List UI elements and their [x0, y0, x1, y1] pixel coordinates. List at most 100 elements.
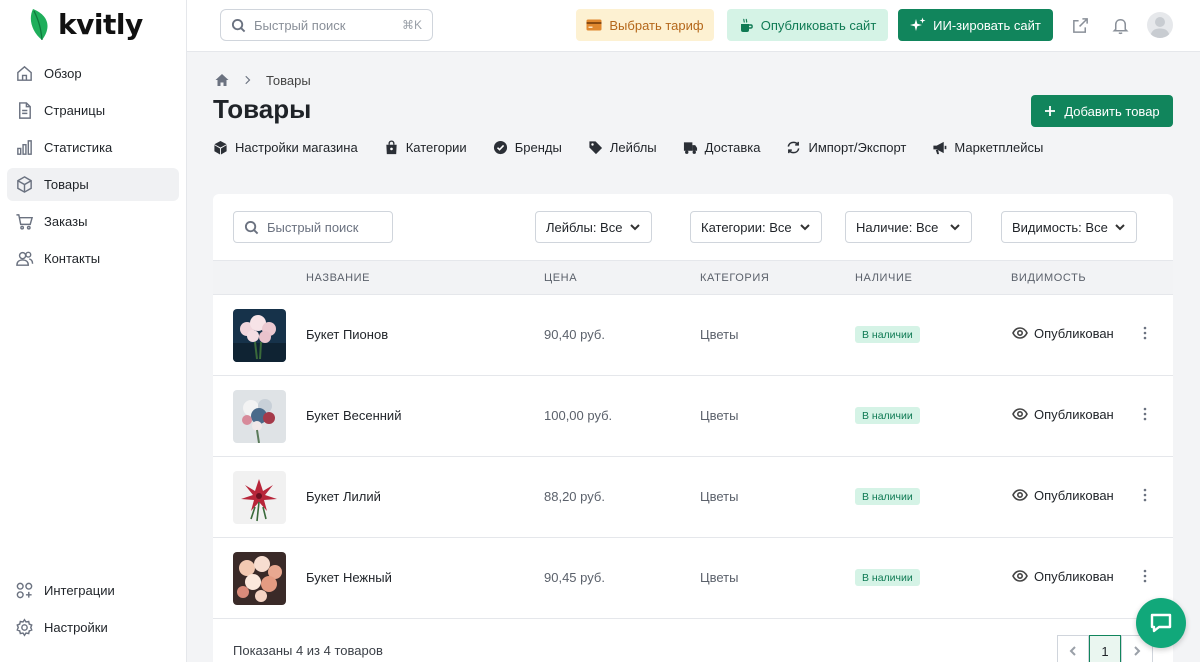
subnav-label: Настройки магазина	[235, 140, 358, 155]
product-name[interactable]: Букет Нежный	[306, 570, 392, 585]
product-name[interactable]: Букет Пионов	[306, 327, 388, 342]
sidebar-item-contacts[interactable]: Контакты	[7, 242, 179, 275]
truck-icon	[683, 142, 697, 154]
avatar[interactable]	[1147, 12, 1173, 38]
cube-icon	[214, 140, 227, 155]
brand-name: kvitly	[58, 7, 143, 41]
product-price: 90,45 руб.	[544, 570, 605, 585]
add-product-label: Добавить товар	[1064, 103, 1160, 119]
table-row[interactable]: Букет Пионов 90,40 руб. Цветы В наличии …	[213, 295, 1173, 376]
sidebar-item-orders[interactable]: Заказы	[7, 205, 179, 238]
product-price: 100,00 руб.	[544, 408, 613, 423]
column-stock[interactable]: НАЛИЧИЕ	[855, 272, 912, 284]
spring-bouquet-image	[233, 390, 286, 443]
store-subnav: Настройки магазина Категории Бренды Лейб…	[213, 140, 1069, 155]
peony-bouquet-image	[233, 309, 286, 362]
subnav-label: Лейблы	[609, 140, 657, 155]
visibility-status: Опубликован	[1012, 568, 1114, 584]
bar-chart-icon	[17, 140, 32, 155]
topbar: Быстрый поиск ⌘K Выбрать тариф Опубликов…	[187, 0, 1200, 52]
subnav-import-export[interactable]: Импорт/Экспорт	[786, 140, 906, 155]
sidebar-bottom-nav: Интеграции Настройки	[7, 574, 179, 648]
sync-icon	[788, 141, 800, 154]
more-vertical-icon[interactable]	[1141, 406, 1149, 424]
stock-filter-value: Наличие: Все	[856, 219, 939, 235]
product-name[interactable]: Букет Лилий	[306, 489, 381, 504]
more-vertical-icon[interactable]	[1141, 487, 1149, 505]
product-name[interactable]: Букет Весенний	[306, 408, 401, 423]
sidebar-item-products[interactable]: Товары	[7, 168, 179, 201]
document-icon	[19, 102, 31, 119]
column-visibility[interactable]: ВИДИМОСТЬ	[1011, 272, 1086, 284]
product-thumbnail[interactable]	[233, 471, 286, 524]
column-name[interactable]: НАЗВАНИЕ	[306, 272, 370, 284]
home-icon[interactable]	[214, 72, 230, 88]
sidebar-item-settings[interactable]: Настройки	[7, 611, 179, 644]
product-search-input[interactable]: Быстрый поиск	[233, 211, 393, 243]
subnav-marketplaces[interactable]: Маркетплейсы	[932, 140, 1043, 155]
subnav-brands[interactable]: Бренды	[493, 140, 562, 155]
visibility-filter-value: Видимость: Все	[1012, 219, 1108, 235]
eye-icon	[1012, 327, 1028, 339]
chevron-right-icon	[245, 75, 251, 85]
sidebar-item-label: Товары	[44, 177, 89, 192]
users-icon	[16, 251, 34, 266]
search-shortcut: ⌘K	[401, 18, 422, 32]
product-price: 88,20 руб.	[544, 489, 605, 504]
product-thumbnail[interactable]	[233, 390, 286, 443]
eye-icon	[1012, 408, 1028, 420]
chevron-left-icon	[1069, 646, 1076, 656]
integrations-icon	[16, 582, 33, 599]
sidebar-item-pages[interactable]: Страницы	[7, 94, 179, 127]
global-search-input[interactable]: Быстрый поиск ⌘K	[220, 9, 433, 41]
sidebar-item-label: Обзор	[44, 66, 82, 81]
more-vertical-icon[interactable]	[1141, 325, 1149, 343]
stock-filter[interactable]: Наличие: Все	[845, 211, 972, 243]
choose-plan-button[interactable]: Выбрать тариф	[576, 9, 714, 41]
lily-bouquet-image	[233, 471, 286, 524]
categories-filter-value: Категории: Все	[701, 219, 792, 235]
breadcrumb: Товары	[214, 72, 311, 88]
table-header: НАЗВАНИЕ ЦЕНА КАТЕГОРИЯ НАЛИЧИЕ ВИДИМОСТ…	[213, 260, 1173, 295]
brand-logo[interactable]: kvitly	[30, 7, 143, 41]
subnav-delivery[interactable]: Доставка	[683, 140, 760, 155]
subnav-label: Маркетплейсы	[954, 140, 1044, 155]
categories-filter[interactable]: Категории: Все	[690, 211, 822, 243]
subnav-store-settings[interactable]: Настройки магазина	[213, 140, 358, 155]
visibility-filter[interactable]: Видимость: Все	[1001, 211, 1137, 243]
sidebar-item-overview[interactable]: Обзор	[7, 57, 179, 90]
subnav-categories[interactable]: Категории	[384, 140, 467, 155]
sidebar-item-label: Контакты	[44, 251, 101, 266]
product-thumbnail[interactable]	[233, 552, 286, 605]
results-summary: Показаны 4 из 4 товаров	[233, 643, 383, 658]
table-row[interactable]: Букет Нежный 90,45 руб. Цветы В наличии …	[213, 538, 1173, 619]
credit-card-icon	[586, 19, 602, 31]
table-row[interactable]: Букет Весенний 100,00 руб. Цветы В налич…	[213, 376, 1173, 457]
chat-button[interactable]	[1136, 598, 1186, 648]
notifications-button[interactable]	[1109, 14, 1131, 36]
column-category[interactable]: КАТЕГОРИЯ	[700, 272, 769, 284]
status-badge: В наличии	[855, 569, 920, 586]
ai-site-button[interactable]: ИИ-зировать сайт	[898, 9, 1053, 41]
page-button[interactable]: 1	[1089, 635, 1121, 662]
prev-page-button[interactable]	[1057, 635, 1089, 662]
column-price[interactable]: ЦЕНА	[544, 272, 577, 284]
more-vertical-icon[interactable]	[1141, 568, 1149, 586]
add-product-button[interactable]: Добавить товар	[1031, 95, 1173, 127]
visibility-label: Опубликован	[1034, 325, 1114, 341]
chevron-down-icon	[950, 224, 960, 231]
chat-bubble-icon	[1150, 613, 1172, 633]
eye-icon	[1012, 570, 1028, 582]
table-row[interactable]: Букет Лилий 88,20 руб. Цветы В наличии О…	[213, 457, 1173, 538]
product-thumbnail[interactable]	[233, 309, 286, 362]
publish-site-button[interactable]: Опубликовать сайт	[727, 9, 888, 41]
bag-icon	[386, 140, 397, 155]
search-placeholder: Быстрый поиск	[254, 17, 346, 33]
subnav-labels[interactable]: Лейблы	[588, 140, 657, 155]
labels-filter[interactable]: Лейблы: Все	[535, 211, 652, 243]
sidebar-item-integrations[interactable]: Интеграции	[7, 574, 179, 607]
tender-bouquet-image	[233, 552, 286, 605]
subnav-label: Категории	[405, 140, 467, 155]
sidebar-item-statistics[interactable]: Статистика	[7, 131, 179, 164]
open-site-button[interactable]	[1069, 14, 1091, 36]
